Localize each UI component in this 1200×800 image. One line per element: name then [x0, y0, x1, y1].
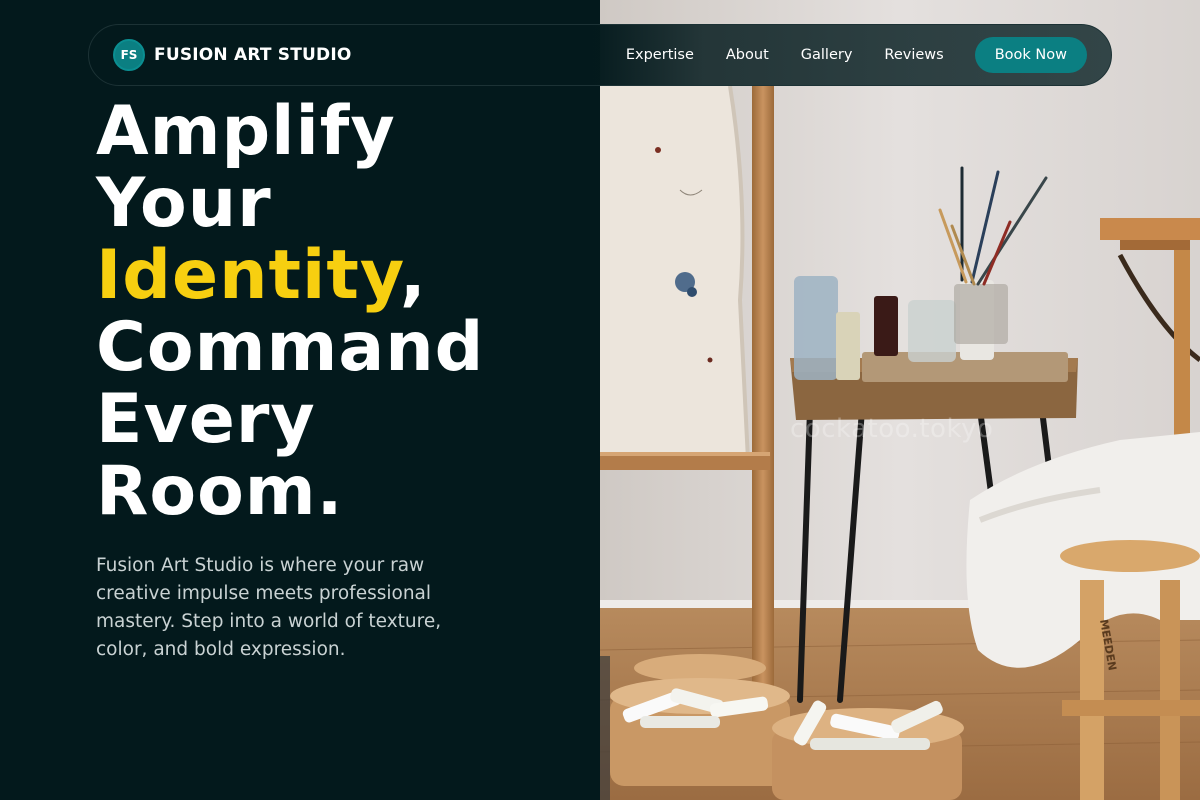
headline-comma: , — [399, 236, 427, 315]
studio-illustration: MEEDEN — [600, 0, 1200, 800]
nav-link-gallery[interactable]: Gallery — [801, 47, 853, 63]
headline-line-2: Your — [96, 164, 272, 243]
brand-name: FUSION ART STUDIO — [154, 45, 352, 65]
headline-line-5: Every — [96, 380, 316, 459]
brand-logo[interactable]: FS FUSION ART STUDIO — [113, 39, 352, 71]
navbar: FS FUSION ART STUDIO Expertise About Gal… — [88, 24, 1112, 86]
hero-headline: Amplify Your Identity, Command Every Roo… — [96, 96, 484, 528]
book-now-button[interactable]: Book Now — [974, 37, 1087, 73]
headline-line-6: Room. — [96, 452, 344, 531]
nav-menu: Expertise About Gallery Reviews Book Now — [626, 37, 1087, 73]
nav-link-about[interactable]: About — [726, 47, 769, 63]
headline-line-4: Command — [96, 308, 485, 387]
nav-link-reviews[interactable]: Reviews — [884, 47, 943, 63]
logo-badge: FS — [113, 39, 145, 71]
nav-link-expertise[interactable]: Expertise — [626, 47, 694, 63]
photo-watermark: cockatoo.tokyo — [790, 414, 994, 444]
hero-subtitle: Fusion Art Studio is where your raw crea… — [96, 555, 442, 660]
headline-accent-word: Identity — [96, 236, 400, 315]
headline-line-1: Amplify — [96, 92, 396, 171]
hero-studio-image: MEEDEN cockatoo.tokyo — [600, 0, 1200, 800]
